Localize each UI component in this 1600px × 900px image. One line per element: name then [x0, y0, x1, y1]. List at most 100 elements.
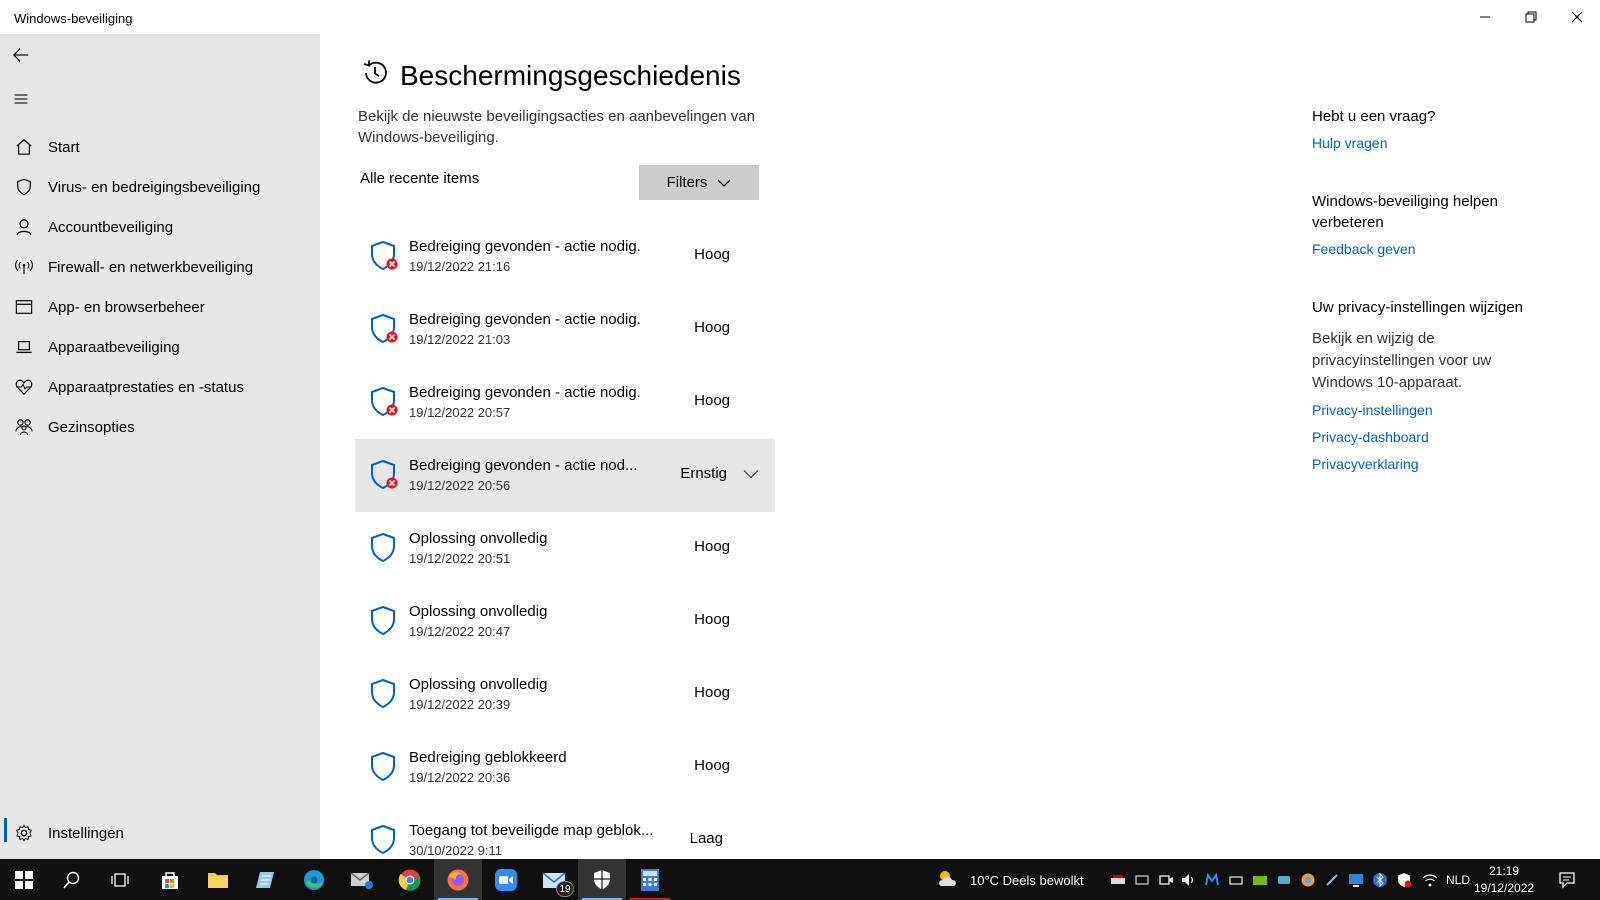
list-item[interactable]: Toegang tot beveiligde map geblok... 30/…: [355, 804, 775, 859]
sidebar-item-family[interactable]: Gezinsopties: [0, 407, 320, 447]
item-title: Bedreiging geblokkeerd: [409, 749, 567, 766]
close-button[interactable]: [1554, 0, 1600, 34]
filters-button[interactable]: Filters: [639, 165, 759, 200]
item-severity: Hoog: [694, 611, 730, 628]
taskbar-edge[interactable]: [290, 859, 338, 900]
language-indicator[interactable]: NLD: [1446, 873, 1470, 887]
home-icon: [0, 138, 48, 156]
list-item[interactable]: Oplossing onvolledig 19/12/2022 20:47 Ho…: [355, 585, 775, 658]
chevron-down-icon[interactable]: [743, 469, 759, 479]
sidebar-item-settings[interactable]: Instellingen: [0, 813, 320, 853]
task-view-button[interactable]: [96, 859, 144, 900]
list-item[interactable]: Oplossing onvolledig 19/12/2022 20:51 Ho…: [355, 512, 775, 585]
item-title: Oplossing onvolledig: [409, 676, 548, 693]
sidebar-item-label: Apparaatbeveiliging: [48, 338, 180, 356]
shield-alert-icon: [371, 240, 398, 271]
edge-browser-icon: [304, 869, 324, 890]
monitor-icon[interactable]: [1348, 872, 1364, 888]
clock-time: 21:19: [1488, 864, 1520, 878]
drive-icon[interactable]: [1110, 872, 1126, 888]
privacy-heading: Uw privacy-instellingen wijzigen: [1312, 299, 1523, 316]
taskbar-security-app[interactable]: [338, 859, 386, 900]
weather-text[interactable]: 10°C Deels bewolkt: [970, 873, 1084, 888]
privacy-settings-link[interactable]: Privacy-instellingen: [1312, 400, 1592, 420]
shield-icon: [371, 532, 395, 563]
privacy-dashboard-link[interactable]: Privacy-dashboard: [1312, 427, 1592, 447]
privacy-text: Bekijk en wijzig de privacyinstellingen …: [1312, 330, 1492, 391]
page-description: Bekijk de nieuwste beveiligingsacties en…: [358, 108, 755, 146]
item-severity: Hoog: [694, 392, 730, 409]
ssd-icon[interactable]: [1134, 872, 1150, 888]
help-link[interactable]: Hulp vragen: [1312, 133, 1592, 153]
browser-window-icon: [0, 298, 48, 316]
item-title: Bedreiging gevonden - actie nodig.: [409, 384, 641, 401]
taskbar-calculator[interactable]: [626, 859, 674, 900]
list-item-selected[interactable]: Bedreiging gevonden - actie nod... 19/12…: [355, 439, 775, 512]
item-title: Bedreiging gevonden - actie nodig.: [409, 311, 641, 328]
sidebar-item-virus-protection[interactable]: Virus- en bedreigingsbeveiliging: [0, 167, 320, 207]
shield-icon: [371, 678, 395, 709]
back-arrow-icon[interactable]: [10, 44, 32, 66]
start-button[interactable]: [0, 859, 48, 900]
search-button[interactable]: [48, 859, 96, 900]
sidebar-item-app-browser[interactable]: App- en browserbeheer: [0, 287, 320, 327]
list-item[interactable]: Bedreiging gevonden - actie nodig. 19/12…: [355, 220, 775, 293]
camera-icon[interactable]: [1158, 872, 1174, 888]
family-icon: [0, 418, 48, 436]
minimize-button[interactable]: [1462, 0, 1508, 34]
protection-history-list: Bedreiging gevonden - actie nodig. 19/12…: [355, 220, 775, 859]
bluetooth-icon[interactable]: [1372, 872, 1388, 888]
list-item[interactable]: Oplossing onvolledig 19/12/2022 20:39 Ho…: [355, 658, 775, 731]
item-date: 19/12/2022 20:47: [409, 624, 511, 639]
taskbar-store[interactable]: [146, 859, 194, 900]
sidebar-item-firewall[interactable]: Firewall- en netwerkbeveiliging: [0, 247, 320, 287]
taskbar-zoom[interactable]: [482, 859, 530, 900]
item-title: Oplossing onvolledig: [409, 603, 548, 620]
restore-button[interactable]: [1508, 0, 1554, 34]
sidebar-item-device-security[interactable]: Apparaatbeveiliging: [0, 327, 320, 367]
taskbar-chrome[interactable]: [386, 859, 434, 900]
weather-icon[interactable]: [936, 868, 962, 890]
taskbar-firefox[interactable]: [434, 859, 482, 900]
store-icon: [162, 871, 178, 889]
pen-icon[interactable]: [1324, 872, 1340, 888]
item-severity: Hoog: [694, 684, 730, 701]
sidebar-item-account[interactable]: Accountbeveiliging: [0, 207, 320, 247]
sidebar-item-device-performance[interactable]: Apparaatprestaties en -status: [0, 367, 320, 407]
shield-icon: [594, 869, 610, 889]
list-item[interactable]: Bedreiging gevonden - actie nodig. 19/12…: [355, 366, 775, 439]
item-title: Bedreiging gevonden - actie nod...: [409, 457, 638, 474]
shield-icon: [371, 824, 395, 855]
security-alert-icon[interactable]: [1396, 872, 1412, 888]
privacy-statement-link[interactable]: Privacyverklaring: [1312, 454, 1592, 474]
notification-center-icon[interactable]: [1558, 871, 1576, 889]
item-severity: Hoog: [694, 757, 730, 774]
sidebar-item-start[interactable]: Start: [0, 127, 320, 167]
shield-alert-icon: [371, 459, 398, 490]
hamburger-menu-icon[interactable]: [10, 88, 32, 110]
taskbar-file-explorer[interactable]: [194, 859, 242, 900]
wifi-icon[interactable]: [1422, 872, 1438, 888]
gear-icon: [0, 824, 48, 842]
app-tray-icon[interactable]: [1276, 872, 1292, 888]
sidebar-item-label: Start: [48, 138, 80, 156]
taskbar-clock[interactable]: 21:19 19/12/2022: [1474, 863, 1534, 897]
feedback-link[interactable]: Feedback geven: [1312, 239, 1592, 259]
item-date: 19/12/2022 21:03: [409, 332, 511, 347]
taskbar-windows-security[interactable]: [578, 859, 626, 900]
taskbar-mail[interactable]: 19: [530, 859, 578, 900]
improve-heading: Windows-beveiliging helpen verbeteren: [1312, 193, 1498, 231]
globe-icon[interactable]: [1300, 872, 1316, 888]
list-item[interactable]: Bedreiging geblokkeerd 19/12/2022 20:36 …: [355, 731, 775, 804]
sidebar-item-label: Accountbeveiliging: [48, 218, 174, 236]
malwarebytes-icon[interactable]: [1204, 872, 1220, 888]
list-item[interactable]: Bedreiging gevonden - actie nodig. 19/12…: [355, 293, 775, 366]
taskbar-notepad-app[interactable]: [242, 859, 290, 900]
taskbar: 19 10°C Deels bewolkt NLD 21:19 19/12/20…: [0, 859, 1600, 900]
nvidia-icon[interactable]: [1252, 872, 1268, 888]
usb-icon[interactable]: [1228, 872, 1244, 888]
laptop-icon: [0, 338, 48, 356]
volume-icon[interactable]: [1180, 872, 1196, 888]
sidebar-item-label: Instellingen: [48, 824, 124, 842]
sidebar-item-label: Gezinsopties: [48, 418, 135, 436]
